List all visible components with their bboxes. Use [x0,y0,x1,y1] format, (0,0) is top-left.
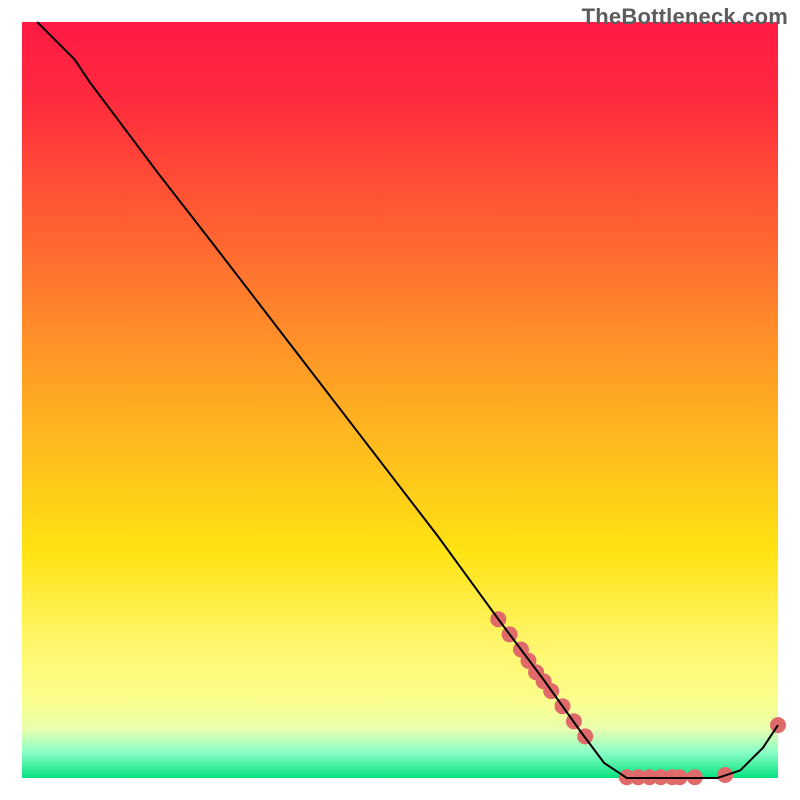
chart-svg [0,0,800,800]
watermark-text: TheBottleneck.com [582,4,788,30]
gradient-background [22,22,778,778]
chart-stage: TheBottleneck.com [0,0,800,800]
